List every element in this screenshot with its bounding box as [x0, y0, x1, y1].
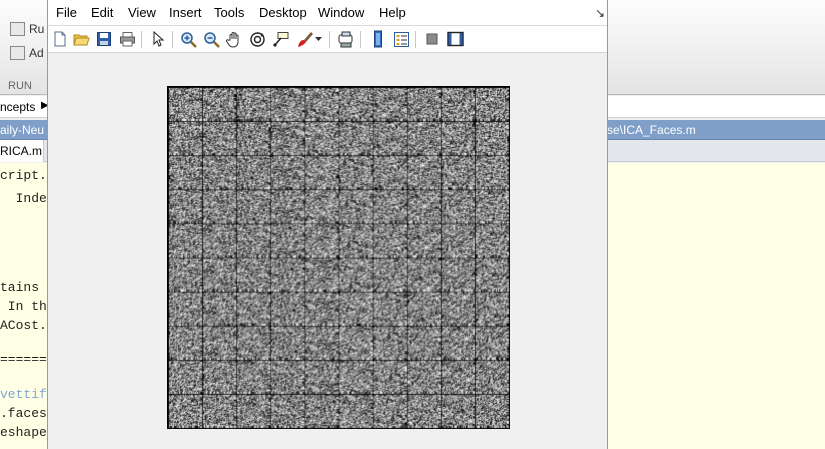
show-plot-tools-button[interactable]: [445, 29, 465, 49]
figure-menu-bar: File Edit View Insert Tools Desktop Wind…: [48, 0, 607, 26]
editor-path-left: aily-Neu: [0, 123, 45, 137]
code-line: vettif: [0, 387, 47, 402]
tab-rica[interactable]: RICA.m: [0, 140, 44, 162]
brush-dropdown-icon: [314, 36, 322, 41]
edit-plot-arrow-icon: [153, 31, 165, 47]
image-grid-axes[interactable]: [167, 86, 510, 429]
brush-button[interactable]: [294, 29, 314, 49]
hide-plot-tools-button[interactable]: [422, 29, 442, 49]
toolbar-separator: [360, 31, 361, 48]
menu-edit[interactable]: Edit: [91, 5, 113, 20]
insert-colorbar-icon: [374, 30, 382, 48]
print-icon: [119, 32, 135, 47]
pan-hand-icon: [226, 31, 239, 48]
figure-window: File Edit View Insert Tools Desktop Wind…: [47, 0, 608, 449]
new-figure-icon: [54, 31, 66, 47]
save-icon: [97, 32, 111, 46]
menu-help[interactable]: Help: [379, 5, 406, 20]
menu-view[interactable]: View: [128, 5, 156, 20]
toolbar-separator: [172, 31, 173, 48]
toolstrip-section-label: RUN: [8, 80, 32, 92]
run-icon: [10, 22, 25, 36]
editor-path-right: se\ICA_Faces.m: [607, 123, 696, 137]
code-line: .faces: [0, 406, 47, 421]
brush-dropdown-button[interactable]: [312, 29, 324, 49]
menu-desktop[interactable]: Desktop: [259, 5, 307, 20]
insert-colorbar-button[interactable]: [368, 29, 388, 49]
advance-icon: [10, 46, 25, 60]
data-cursor-icon: [272, 31, 288, 47]
menu-insert[interactable]: Insert: [169, 5, 202, 20]
link-plot-button[interactable]: [336, 29, 356, 49]
menu-file[interactable]: File: [56, 5, 77, 20]
save-button[interactable]: [94, 29, 114, 49]
run-button[interactable]: Ru: [10, 20, 44, 38]
toolbar-separator: [415, 31, 416, 48]
pan-button[interactable]: [224, 29, 244, 49]
link-plot-icon: [338, 31, 353, 47]
edit-plot-button[interactable]: [148, 29, 168, 49]
data-cursor-button[interactable]: [270, 29, 290, 49]
zoom-in-icon: [180, 31, 197, 48]
insert-legend-icon: [393, 31, 409, 47]
menu-tools[interactable]: Tools: [214, 5, 244, 20]
advance-button-label: Ad: [29, 46, 44, 60]
figure-toolbar: [48, 26, 607, 53]
zoom-in-button[interactable]: [178, 29, 198, 49]
zoom-out-icon: [203, 31, 220, 48]
zoom-out-button[interactable]: [201, 29, 221, 49]
new-figure-button[interactable]: [50, 29, 70, 49]
menu-window[interactable]: Window: [318, 5, 364, 20]
figure-plot-area: [48, 54, 607, 449]
run-and-advance-button[interactable]: Ad: [10, 44, 44, 62]
breadcrumb[interactable]: ncepts: [0, 100, 35, 114]
print-button[interactable]: [117, 29, 137, 49]
toolbar-separator: [141, 31, 142, 48]
brush-icon: [297, 31, 313, 47]
open-file-button[interactable]: [71, 29, 91, 49]
dock-arrow-icon[interactable]: ↘: [595, 6, 605, 20]
tab-label: RICA.m: [0, 144, 42, 158]
show-plot-tools-icon: [446, 31, 464, 47]
run-button-label: Ru: [29, 22, 45, 36]
rotate-3d-button[interactable]: [247, 29, 267, 49]
hide-plot-tools-icon: [426, 33, 438, 45]
code-line: eshape: [0, 425, 47, 440]
insert-legend-button[interactable]: [391, 29, 411, 49]
rotate-3d-icon: [249, 31, 265, 47]
open-file-icon: [72, 34, 90, 46]
toolbar-separator: [329, 31, 330, 48]
